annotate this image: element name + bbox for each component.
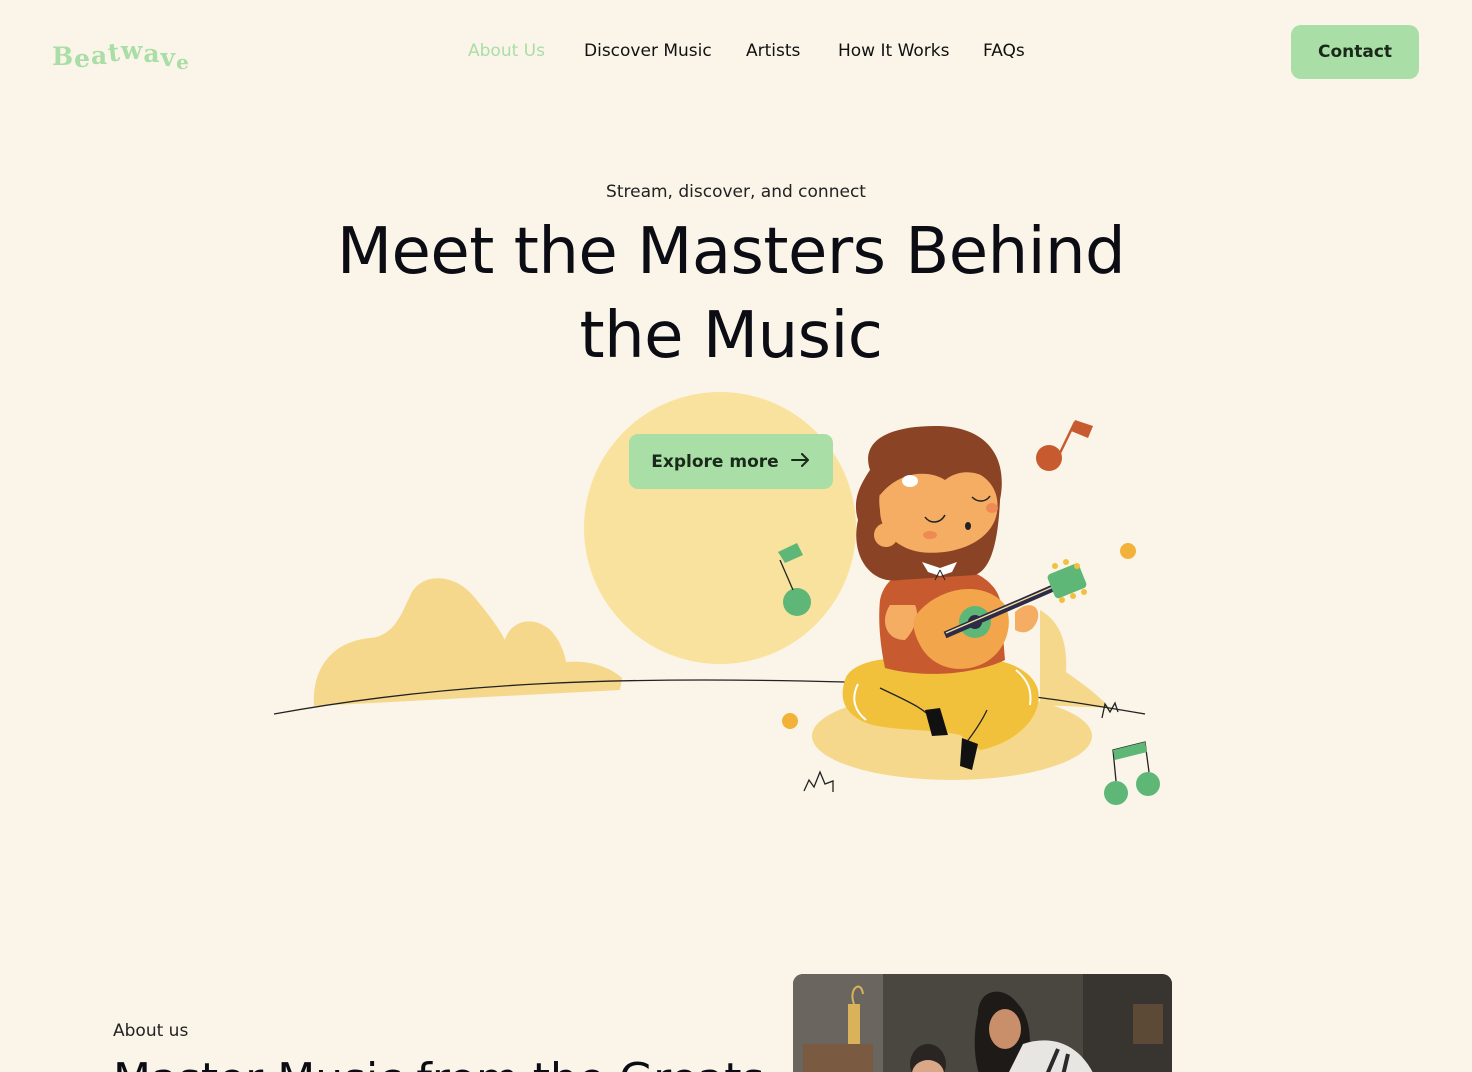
decor-dot <box>782 713 798 729</box>
nav-link-about-us[interactable]: About Us <box>468 41 545 61</box>
music-note-red-icon <box>1036 420 1093 471</box>
nav-link-artists[interactable]: Artists <box>746 41 800 61</box>
bush-small <box>1040 610 1110 708</box>
nav-link-discover-music[interactable]: Discover Music <box>584 41 712 61</box>
landing-page: B e a t w a v e About Us Discover Music … <box>0 0 1472 1072</box>
about-section-label: About us <box>113 1021 189 1041</box>
contact-button[interactable]: Contact <box>1291 25 1419 79</box>
hero-title-line-2: the Music <box>579 299 883 373</box>
explore-more-button[interactable]: Explore more <box>629 434 833 489</box>
arrow-right-icon <box>790 451 811 472</box>
grass-doodle <box>803 770 834 792</box>
decor-dot <box>1120 543 1136 559</box>
sun-circle <box>584 392 856 664</box>
nav-link-how-it-works[interactable]: How It Works <box>838 41 949 61</box>
bush <box>313 578 622 706</box>
about-section-title: Master Music from the Greats <box>113 1054 764 1072</box>
main-nav: About Us Discover Music Artists How It W… <box>0 41 1472 63</box>
double-music-note-icon <box>1104 741 1160 805</box>
explore-more-label: Explore more <box>651 451 779 472</box>
grass-doodle <box>1101 701 1119 719</box>
nav-link-faqs[interactable]: FAQs <box>983 41 1025 61</box>
hero-eyebrow: Stream, discover, and connect <box>606 182 866 202</box>
hero-title: Meet the Masters Behind the Music <box>236 210 1226 378</box>
teacher-student-photo <box>793 974 1172 1072</box>
hero-title-line-1: Meet the Masters Behind <box>336 215 1126 289</box>
